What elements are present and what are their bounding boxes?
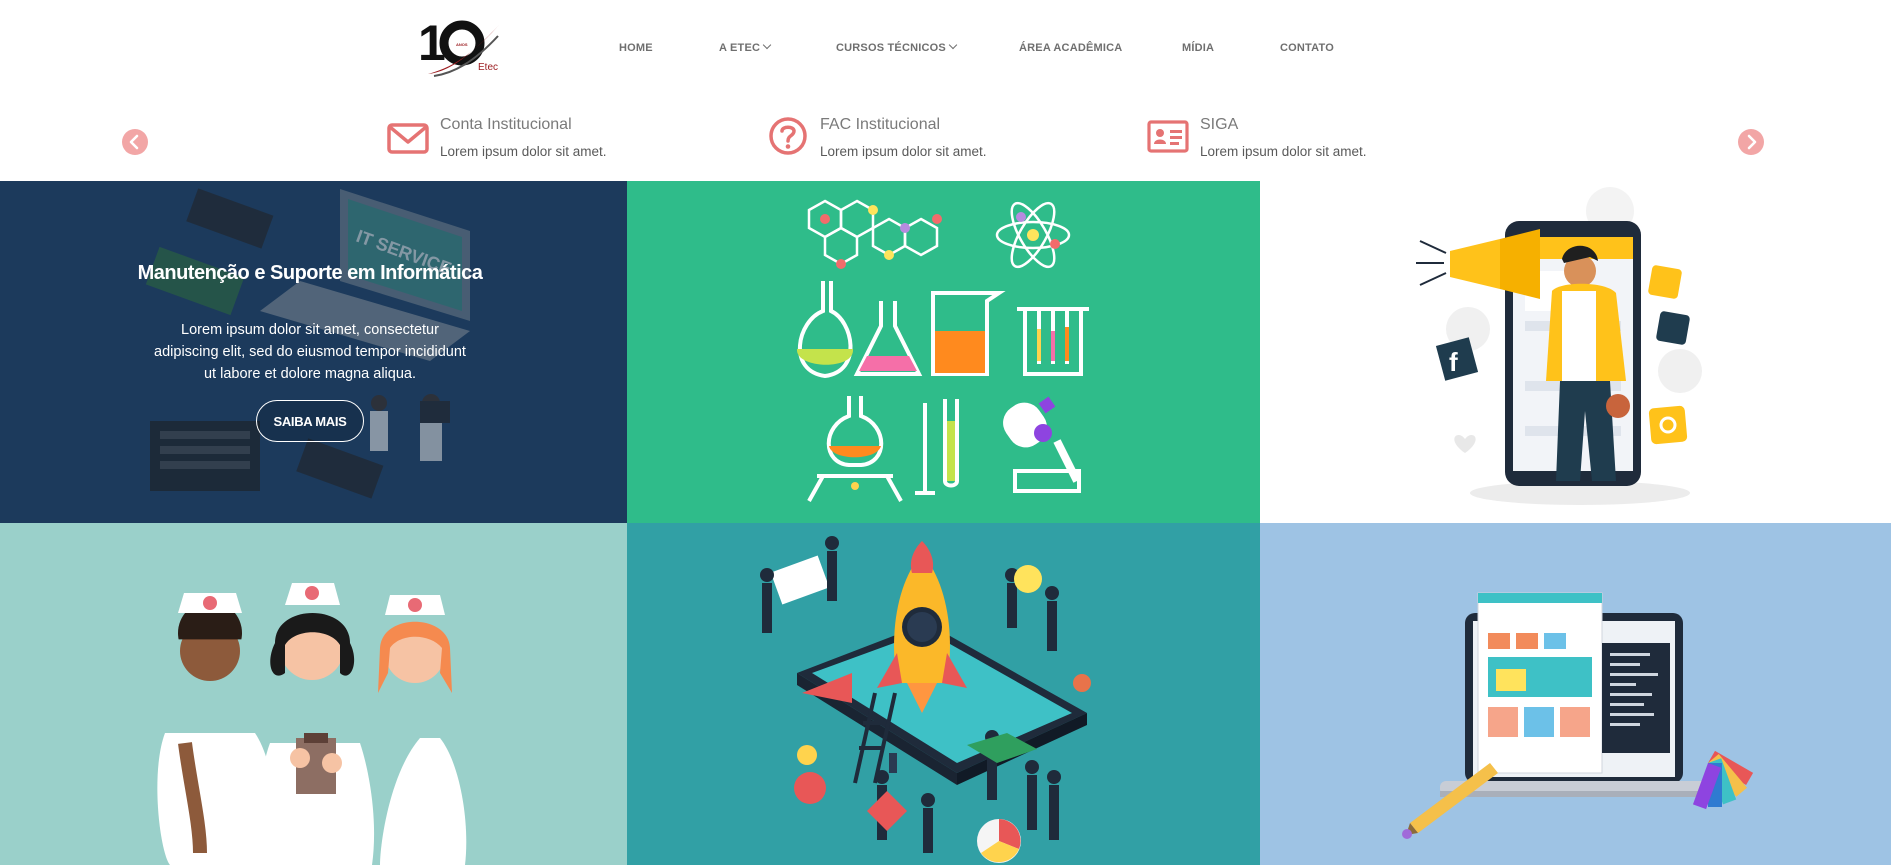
service-title: Conta Institucional	[440, 116, 572, 133]
course-title: Manutenção e Suporte em Informática	[137, 262, 483, 284]
svg-text:Etec: Etec	[478, 62, 498, 73]
course-tile-manutencao-informatica[interactable]: IT SERVICE Manutenção e Suporte em Infor…	[0, 181, 627, 523]
nav-area-academica[interactable]: ÁREA ACADÊMICA	[1019, 42, 1122, 54]
service-title: FAC Institucional	[820, 116, 941, 133]
course-tile-marketing[interactable]: f	[1260, 181, 1891, 523]
nav-contato-label: CONTATO	[1280, 42, 1334, 54]
course-description: Lorem ipsum dolor sit amet, consectetur …	[154, 322, 466, 382]
chevron-left-icon	[129, 134, 139, 150]
site-header: 1 Etec ANOS HOME A ETEC CURSOS TÉCNICOS …	[0, 0, 1891, 100]
chevron-right-icon	[1747, 134, 1757, 150]
course-grid: IT SERVICE Manutenção e Suporte em Infor…	[0, 181, 1891, 865]
nav-midia[interactable]: MÍDIA	[1182, 42, 1214, 54]
logo-graphic: 1 Etec ANOS	[418, 15, 500, 77]
business-startup-illustration	[760, 536, 1091, 863]
marketing-illustration: f	[1416, 187, 1702, 505]
nav-contato[interactable]: CONTATO	[1280, 42, 1334, 54]
course-tile-desenvolvimento-web[interactable]	[1260, 523, 1891, 865]
nav-cursos-label: CURSOS TÉCNICOS	[836, 42, 946, 54]
chevron-down-icon	[948, 40, 958, 50]
chemistry-illustration	[796, 199, 1089, 502]
nav-area-label: ÁREA ACADÊMICA	[1019, 42, 1123, 54]
nav-midia-label: MÍDIA	[1182, 42, 1215, 54]
services-carousel: Conta Institucional Lorem ipsum dolor si…	[0, 100, 1891, 181]
course-tile-administracao[interactable]	[627, 523, 1260, 865]
question-circle-icon	[769, 117, 807, 155]
service-desc: Lorem ipsum dolor sit amet.	[440, 144, 607, 159]
nursing-illustration	[157, 583, 467, 865]
saiba-mais-button[interactable]: SAIBA MAIS	[256, 400, 364, 442]
svg-text:ANOS: ANOS	[456, 42, 468, 47]
nav-cursos-tecnicos[interactable]: CURSOS TÉCNICOS	[836, 40, 958, 54]
service-desc: Lorem ipsum dolor sit amet.	[820, 144, 987, 159]
nav-home[interactable]: HOME	[619, 42, 653, 54]
service-title: SIGA	[1200, 116, 1239, 133]
etec-10-anos-logo[interactable]: 1 Etec ANOS	[418, 15, 502, 80]
service-desc: Lorem ipsum dolor sit amet.	[1200, 144, 1367, 159]
nav-a-etec-label: A ETEC	[719, 42, 761, 54]
course-tile-quimica[interactable]	[627, 181, 1260, 523]
web-design-illustration	[1402, 592, 1754, 839]
svg-text:f: f	[1449, 347, 1458, 377]
envelope-icon	[387, 123, 429, 154]
course-tile-enfermagem[interactable]	[0, 523, 627, 865]
nav-a-etec[interactable]: A ETEC	[719, 40, 772, 54]
featured-course-overlay: Manutenção e Suporte em Informática Lore…	[0, 181, 627, 523]
carousel-next-button[interactable]	[1738, 129, 1764, 155]
chevron-down-icon	[762, 40, 772, 50]
id-card-icon	[1147, 120, 1189, 153]
carousel-prev-button[interactable]	[122, 129, 148, 155]
nav-home-label: HOME	[619, 42, 653, 54]
